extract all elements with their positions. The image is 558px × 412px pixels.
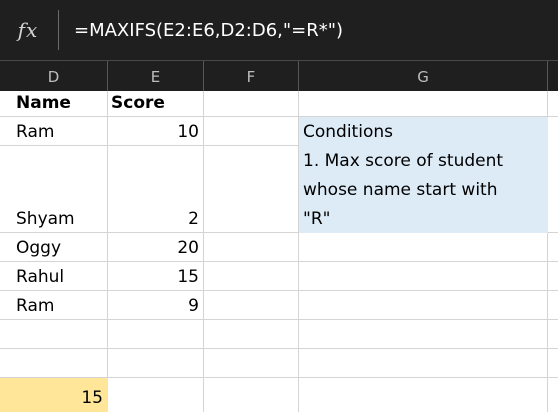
cell-d5-name[interactable]: Rahul [0,262,108,291]
spreadsheet-grid: Name Score Ram 10 Shyam 2 Oggy 20 Rahul … [0,91,558,412]
insert-function-button[interactable]: fx [0,0,56,60]
formula-bar: fx =MAXIFS(E2:E6,D2:D6,"=R*") [0,0,558,60]
formula-input[interactable]: =MAXIFS(E2:E6,D2:D6,"=R*") [74,0,343,60]
cell-e1-score-header[interactable]: Score [108,91,204,117]
column-header-e[interactable]: E [108,61,204,92]
cell-e4-score[interactable]: 20 [108,233,204,262]
cell-d6-name[interactable]: Ram [0,291,108,320]
cell-d1-name-header[interactable]: Name [0,91,108,117]
column-header-d[interactable]: D [0,61,108,92]
conditions-line: 1. Max score of student [303,151,504,171]
gridline [0,348,558,349]
result-cell-maxifs[interactable]: 15 [0,378,108,412]
column-header-f[interactable]: F [204,61,299,92]
column-header-g[interactable]: G [299,61,548,92]
cell-d3-name[interactable]: Shyam [0,146,108,233]
cell-d2-name[interactable]: Ram [0,117,108,146]
conditions-line: whose name start with [303,180,498,200]
column-header-bar: D E F G [0,60,558,92]
formula-bar-divider [58,10,59,50]
fx-icon: fx [17,18,39,42]
conditions-title: Conditions [303,122,393,142]
cell-e2-score[interactable]: 10 [108,117,204,146]
conditions-line: "R" [303,209,331,229]
cell-e6-score[interactable]: 9 [108,291,204,320]
cell-e3-score[interactable]: 2 [108,146,204,233]
conditions-note-cell[interactable]: Conditions 1. Max score of student whose… [299,117,548,233]
cell-d4-name[interactable]: Oggy [0,233,108,262]
cell-e5-score[interactable]: 15 [108,262,204,291]
